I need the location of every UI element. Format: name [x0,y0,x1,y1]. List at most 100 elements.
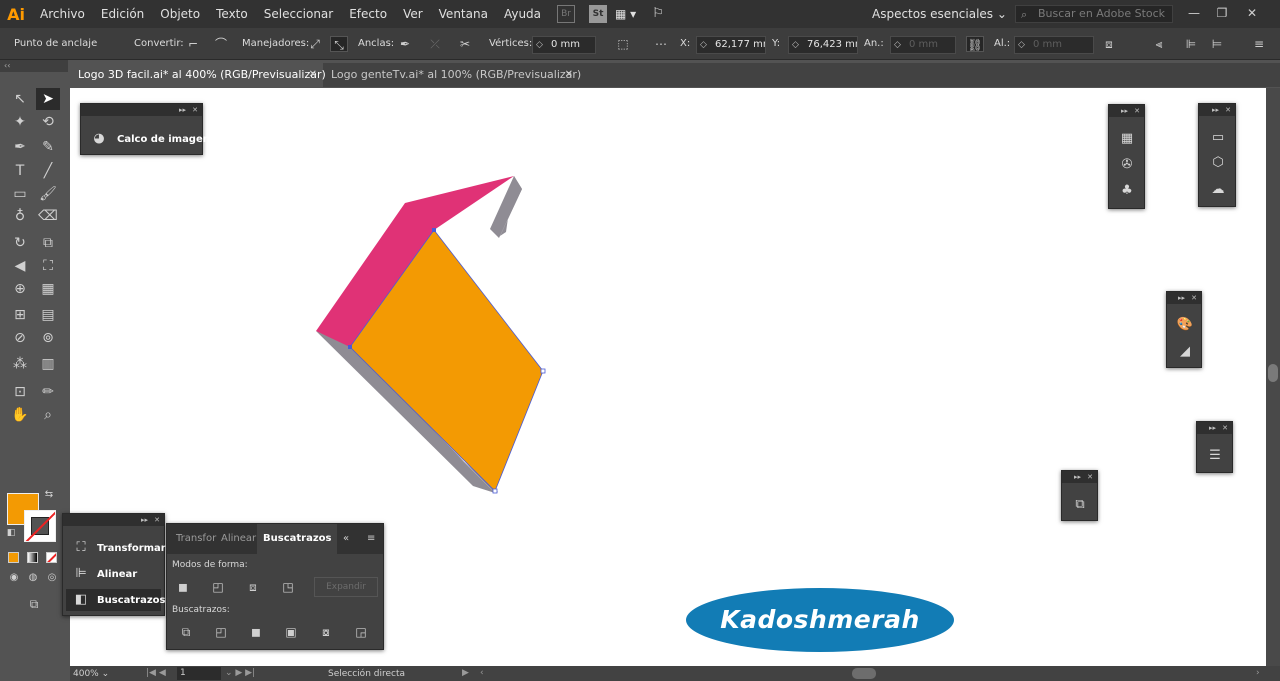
expand-icon[interactable]: ▸▸ [141,514,148,526]
panel-header[interactable]: ▸▸ ✕ [1062,471,1097,483]
free-transform-tool-icon[interactable]: ⛶ [36,255,60,277]
swatches-icon[interactable]: ▦ [1116,129,1138,149]
expand-icon[interactable]: ▸▸ [1212,104,1219,116]
bridge-button[interactable]: Br [557,5,576,23]
close-icon[interactable]: ✕ [1222,422,1228,434]
symbol-sprayer-tool-icon[interactable]: ⁂ [8,353,32,375]
selection-tool-icon[interactable]: ↖ [8,88,32,110]
align-label[interactable]: Alinear [97,569,137,580]
gpu-performance-icon[interactable]: ⚐ [644,0,672,28]
close-icon[interactable]: ✕ [1191,292,1197,304]
draw-normal-icon[interactable]: ◉ [6,571,22,585]
menu-efecto[interactable]: Efecto [341,0,395,28]
align-left-icon[interactable]: ⫷ [1150,36,1168,52]
layers-icon[interactable]: ☰ [1204,446,1226,466]
symbols-icon[interactable]: ♣ [1116,181,1138,201]
y-input[interactable]: ◇ 76,423 mm [788,36,858,54]
eyedropper-tool-icon[interactable]: ⊘ [8,327,32,349]
pathfinder-icon[interactable]: ◧ [70,590,92,610]
hide-handles-icon[interactable]: ⤡ [330,36,348,52]
line-tool-icon[interactable]: ╱ [36,160,60,182]
color-mode-icon[interactable] [8,552,19,563]
intersect-icon[interactable]: ⧈ [242,578,264,596]
image-trace-icon[interactable]: ◕ [88,129,110,149]
expand-icon[interactable]: ▸▸ [1074,471,1081,483]
stock-button[interactable]: St [589,5,608,23]
minus-back-icon[interactable]: ◲ [350,623,372,641]
restore-button[interactable]: ❐ [1208,0,1236,28]
panel-header[interactable]: ▸▸ ✕ [1199,104,1235,116]
image-trace-label[interactable]: Calco de imagen [117,134,210,145]
align-icon[interactable]: ⊫ [70,564,92,584]
status-menu-icon[interactable]: ▶ [462,666,469,681]
anchor-point[interactable] [492,488,498,494]
first-artboard-icon[interactable]: |◀ ◀ [146,666,166,681]
height-input[interactable]: ◇ 0 mm [1014,36,1094,54]
close-icon[interactable]: ✕ [154,514,160,526]
constrain-proportions-icon[interactable]: ⛓ [966,36,984,52]
close-icon[interactable]: ✕ [192,104,198,116]
transform-label[interactable]: Transformar [97,543,166,554]
menu-texto[interactable]: Texto [208,0,256,28]
close-tab-icon[interactable]: ✕ [565,63,573,87]
magic-wand-tool-icon[interactable]: ✦ [8,111,32,133]
show-handles-icon[interactable]: ⤢ [306,36,324,52]
crop-icon[interactable]: ▣ [280,623,302,641]
vertical-scrollbar[interactable] [1266,88,1280,666]
screen-mode-icon[interactable]: ⧉ [22,596,46,612]
mesh-tool-icon[interactable]: ⊞ [8,304,32,326]
anchor-point[interactable] [540,368,546,374]
swap-colors-icon[interactable]: ⇆ [42,488,56,502]
transform-icon[interactable]: ⧈ [1100,36,1118,52]
expand-button[interactable]: Expandir [314,577,378,597]
panel-header[interactable]: ▸▸ ✕ [1167,292,1201,304]
paintbrush-tool-icon[interactable]: 🖌 [36,183,60,205]
control-bar-menu-icon[interactable]: ≡ [1250,36,1268,52]
gradient-mode-icon[interactable] [27,552,38,563]
align-options-icon[interactable]: ⊨ [1208,36,1226,52]
menu-objeto[interactable]: Objeto [152,0,208,28]
menu-archivo[interactable]: Archivo [32,0,93,28]
expand-icon[interactable]: ▸▸ [179,104,186,116]
close-tab-icon[interactable]: ✕ [309,63,317,87]
type-tool-icon[interactable]: T [8,160,32,182]
blend-tool-icon[interactable]: ⊚ [36,327,60,349]
curvature-tool-icon[interactable]: ✎ [36,136,60,158]
close-window-button[interactable]: ✕ [1238,0,1266,28]
toolbox-collapse[interactable]: ‹‹ [0,60,68,72]
color-guide-icon[interactable]: ◢ [1174,342,1196,362]
perspective-grid-tool-icon[interactable]: ▦ [36,278,60,300]
expand-icon[interactable]: ▸▸ [1209,422,1216,434]
gradient-panel-icon[interactable]: ▭ [1207,128,1229,148]
convert-corner-icon[interactable]: ⌐ [184,36,202,52]
none-mode-icon[interactable] [46,552,57,563]
convert-smooth-icon[interactable]: ⌒ [212,36,230,52]
direct-selection-tool-icon[interactable]: ➤ [36,88,60,110]
artboard-number[interactable]: 1 [177,667,221,680]
horizontal-scroll-thumb[interactable] [852,668,876,679]
close-icon[interactable]: ✕ [1087,471,1093,483]
artboards-icon[interactable]: ⧉ [1069,495,1091,515]
reference-point-icon[interactable]: ⋯ [652,36,670,52]
outline-icon[interactable]: ⧇ [315,623,337,641]
trim-icon[interactable]: ◰ [210,623,232,641]
menu-ventana[interactable]: Ventana [431,0,496,28]
expand-icon[interactable]: ▸▸ [1121,105,1128,117]
draw-inside-icon[interactable]: ◎ [44,571,60,585]
brushes-icon[interactable]: ✇ [1116,155,1138,175]
stroke-color-swatch[interactable] [24,510,56,542]
anchor-point[interactable] [348,345,352,349]
hand-tool-icon[interactable]: ✋ [8,404,32,426]
zoom-tool-icon[interactable]: ⌕ [36,404,60,426]
tab-logo-3d[interactable]: Logo 3D facil.ai* al 400% (RGB/Previsual… [70,63,326,87]
panel-header[interactable]: ▸▸ ✕ [81,104,202,116]
expand-icon[interactable]: ▸▸ [1178,292,1185,304]
exclude-icon[interactable]: ◳ [277,578,299,596]
rotate-tool-icon[interactable]: ↻ [8,232,32,254]
gradient-tool-icon[interactable]: ▤ [36,304,60,326]
lasso-tool-icon[interactable]: ⟲ [36,111,60,133]
minimize-button[interactable]: — [1180,0,1208,28]
corners-input[interactable]: ◇ 0 mm [532,36,596,54]
menu-ayuda[interactable]: Ayuda [496,0,549,28]
scroll-thumb[interactable] [1268,364,1278,382]
